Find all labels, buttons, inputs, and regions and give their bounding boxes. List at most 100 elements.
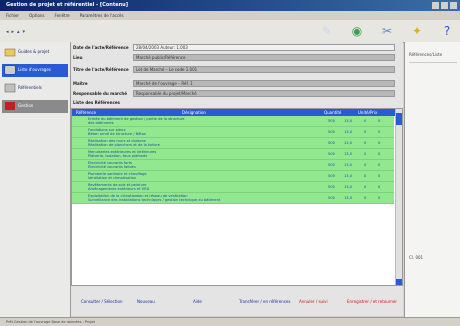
row-value-a: 0 xyxy=(364,141,367,145)
row-value-a: 0 xyxy=(364,174,367,178)
scrollbar-thumb[interactable] xyxy=(396,113,402,125)
list-scrollbar[interactable] xyxy=(395,109,402,285)
row-unit: 13,0 xyxy=(344,185,353,189)
header-form: Date de l'acte/Référence 28/04/2003 Aute… xyxy=(71,42,403,109)
up-arrow-icon[interactable]: ▴ xyxy=(17,29,20,35)
action-bar: Consulter / Sélection Nouveau Aide Trans… xyxy=(71,286,403,316)
window-controls xyxy=(432,2,457,9)
table-row[interactable]: Plomberie sanitaire et chauffage Ventilat… xyxy=(72,171,394,182)
row-value-b: 0 xyxy=(378,141,381,145)
row-value-a: 0 xyxy=(364,185,367,189)
folder-icon xyxy=(4,48,16,57)
scroll-down-button[interactable] xyxy=(396,279,402,285)
date-field[interactable]: 28/04/2003 Auteur: 1.003 xyxy=(133,44,395,51)
works-list: Référence Désignation Quantité Unité/Pri… xyxy=(71,108,403,286)
row-value-a: 0 xyxy=(364,196,367,200)
book-icon xyxy=(4,83,16,93)
owner-field[interactable]: Marché de l'ouvrage – Réf. 1 xyxy=(133,80,395,87)
row-unit: 13,0 xyxy=(344,119,353,123)
column-designation[interactable]: Désignation xyxy=(182,110,206,115)
sidebar-item-management[interactable]: Gestion xyxy=(2,100,68,113)
table-row[interactable]: Exploitation de la climatisation et rése… xyxy=(72,193,394,204)
row-quantity: 500 xyxy=(328,152,335,156)
column-reference[interactable]: Référence xyxy=(76,110,96,115)
right-pane: Références/Liste Cl. 001 xyxy=(404,42,460,317)
list-icon xyxy=(4,65,16,75)
forward-arrow-icon[interactable]: ▸ xyxy=(12,29,15,35)
sidebar-item-guides[interactable]: Guides & projet xyxy=(2,46,68,59)
consult-button[interactable]: Consulter / Sélection xyxy=(81,299,123,304)
right-pane-title: Références/Liste xyxy=(409,52,443,57)
sidebar-item-works-list[interactable]: Liste d'ouvrages xyxy=(2,64,68,77)
notepad-icon[interactable]: ✎ xyxy=(318,22,336,40)
row-designation-detail: Ventilation et climatisation xyxy=(88,176,137,180)
row-designation-detail: Béton armé de structure / Béton xyxy=(88,132,147,136)
form-row-place: Lieu Marché public/Référence xyxy=(71,53,403,63)
row-value-a: 0 xyxy=(364,130,367,134)
column-quantity[interactable]: Quantité xyxy=(324,110,341,115)
row-value-a: 0 xyxy=(364,152,367,156)
globe-icon[interactable]: ◉ xyxy=(348,22,366,40)
table-row[interactable]: Électricité courants forts Électricité co… xyxy=(72,160,394,171)
row-designation-detail: Réalisation de planchers et de la toitur… xyxy=(88,143,160,147)
row-value-b: 0 xyxy=(378,119,381,123)
column-unit-price[interactable]: Unité/Prix xyxy=(358,110,377,115)
title-field[interactable]: Lot de Marché – Le code 1.001 xyxy=(133,66,395,73)
form-row-references: Liste des Références xyxy=(73,100,120,105)
place-field[interactable]: Marché public/Référence xyxy=(133,54,395,61)
row-quantity: 500 xyxy=(328,141,335,145)
cancel-button[interactable]: Annuler / suivi xyxy=(299,299,328,304)
list-header: Référence Désignation Quantité Unité/Pri… xyxy=(72,109,402,116)
row-value-b: 0 xyxy=(378,163,381,167)
row-unit: 13,0 xyxy=(344,163,353,167)
minimize-button[interactable] xyxy=(432,2,439,9)
new-button[interactable]: Nouveau xyxy=(137,299,155,304)
menu-bar: Fichier Options Fenêtre Paramètres de l'… xyxy=(0,11,460,20)
row-value-a: 0 xyxy=(364,163,367,167)
toolbar-icons: ✎ ◉ ✂ ✦? xyxy=(318,22,456,40)
right-pane-bottom: Cl. 001 xyxy=(409,255,424,260)
form-row-title: Titre de l'acte/Référence Lot de Marché … xyxy=(71,65,403,75)
window-titlebar: Gestion de projet et référentiel - [Cont… xyxy=(0,0,460,11)
table-row[interactable]: Entrée du bâtiment de gestion / partie d… xyxy=(72,116,394,127)
row-designation-detail: Électricité courants faibles xyxy=(88,165,136,169)
table-row[interactable]: Menuiseries extérieures et intérieures Pl… xyxy=(72,149,394,160)
help-icon[interactable]: ? xyxy=(438,22,456,40)
row-value-b: 0 xyxy=(378,196,381,200)
manager-field[interactable]: Responsable du projet/Marché xyxy=(133,90,395,97)
menu-options[interactable]: Options xyxy=(29,13,44,18)
down-arrow-icon[interactable]: ▾ xyxy=(23,29,26,35)
menu-window[interactable]: Fenêtre xyxy=(55,13,70,18)
sidebar-item-references[interactable]: Référentiels xyxy=(2,82,68,95)
menu-settings[interactable]: Paramètres de l'accès xyxy=(80,13,124,18)
tools-icon[interactable]: ✂ xyxy=(378,22,396,40)
row-quantity: 500 xyxy=(328,119,335,123)
toolbar: ◂ ▸ ▴ ▾ ✎ ◉ ✂ ✦? xyxy=(0,20,460,43)
table-row[interactable]: Réalisation des murs et cloisons Réalisat… xyxy=(72,138,394,149)
row-unit: 13,0 xyxy=(344,130,353,134)
close-button[interactable] xyxy=(450,2,457,9)
key-icon[interactable]: ✦ xyxy=(408,22,426,40)
status-text: Prêt Gestion de l'ouvrage Base de donnée… xyxy=(6,320,95,324)
help-button[interactable]: Aide xyxy=(193,299,202,304)
form-row-owner: Maître Marché de l'ouvrage – Réf. 1 xyxy=(71,79,403,89)
row-quantity: 500 xyxy=(328,196,335,200)
table-row[interactable]: Fondations sur pieux Béton armé de struct… xyxy=(72,127,394,138)
table-row[interactable]: Revêtements de sols et peinture Aménageme… xyxy=(72,182,394,193)
transfer-button[interactable]: Transférer / en références xyxy=(239,299,290,304)
save-return-button[interactable]: Enregistrer / et retourner xyxy=(347,299,397,304)
row-value-b: 0 xyxy=(378,185,381,189)
form-row-date: Date de l'acte/Référence 28/04/2003 Aute… xyxy=(71,43,403,53)
right-pane-divider xyxy=(409,62,457,63)
list-rows: Entrée du bâtiment de gestion / partie d… xyxy=(72,116,394,204)
row-unit: 13,0 xyxy=(344,141,353,145)
back-arrow-icon[interactable]: ◂ xyxy=(6,29,9,35)
menu-file[interactable]: Fichier xyxy=(6,13,19,18)
row-value-a: 0 xyxy=(364,119,367,123)
row-unit: 13,0 xyxy=(344,174,353,178)
row-designation-detail: des bâtiments xyxy=(88,121,114,125)
row-designation-detail: Surveillance des installations technique… xyxy=(88,198,221,202)
row-value-b: 0 xyxy=(378,174,381,178)
maximize-button[interactable] xyxy=(441,2,448,9)
row-value-b: 0 xyxy=(378,130,381,134)
